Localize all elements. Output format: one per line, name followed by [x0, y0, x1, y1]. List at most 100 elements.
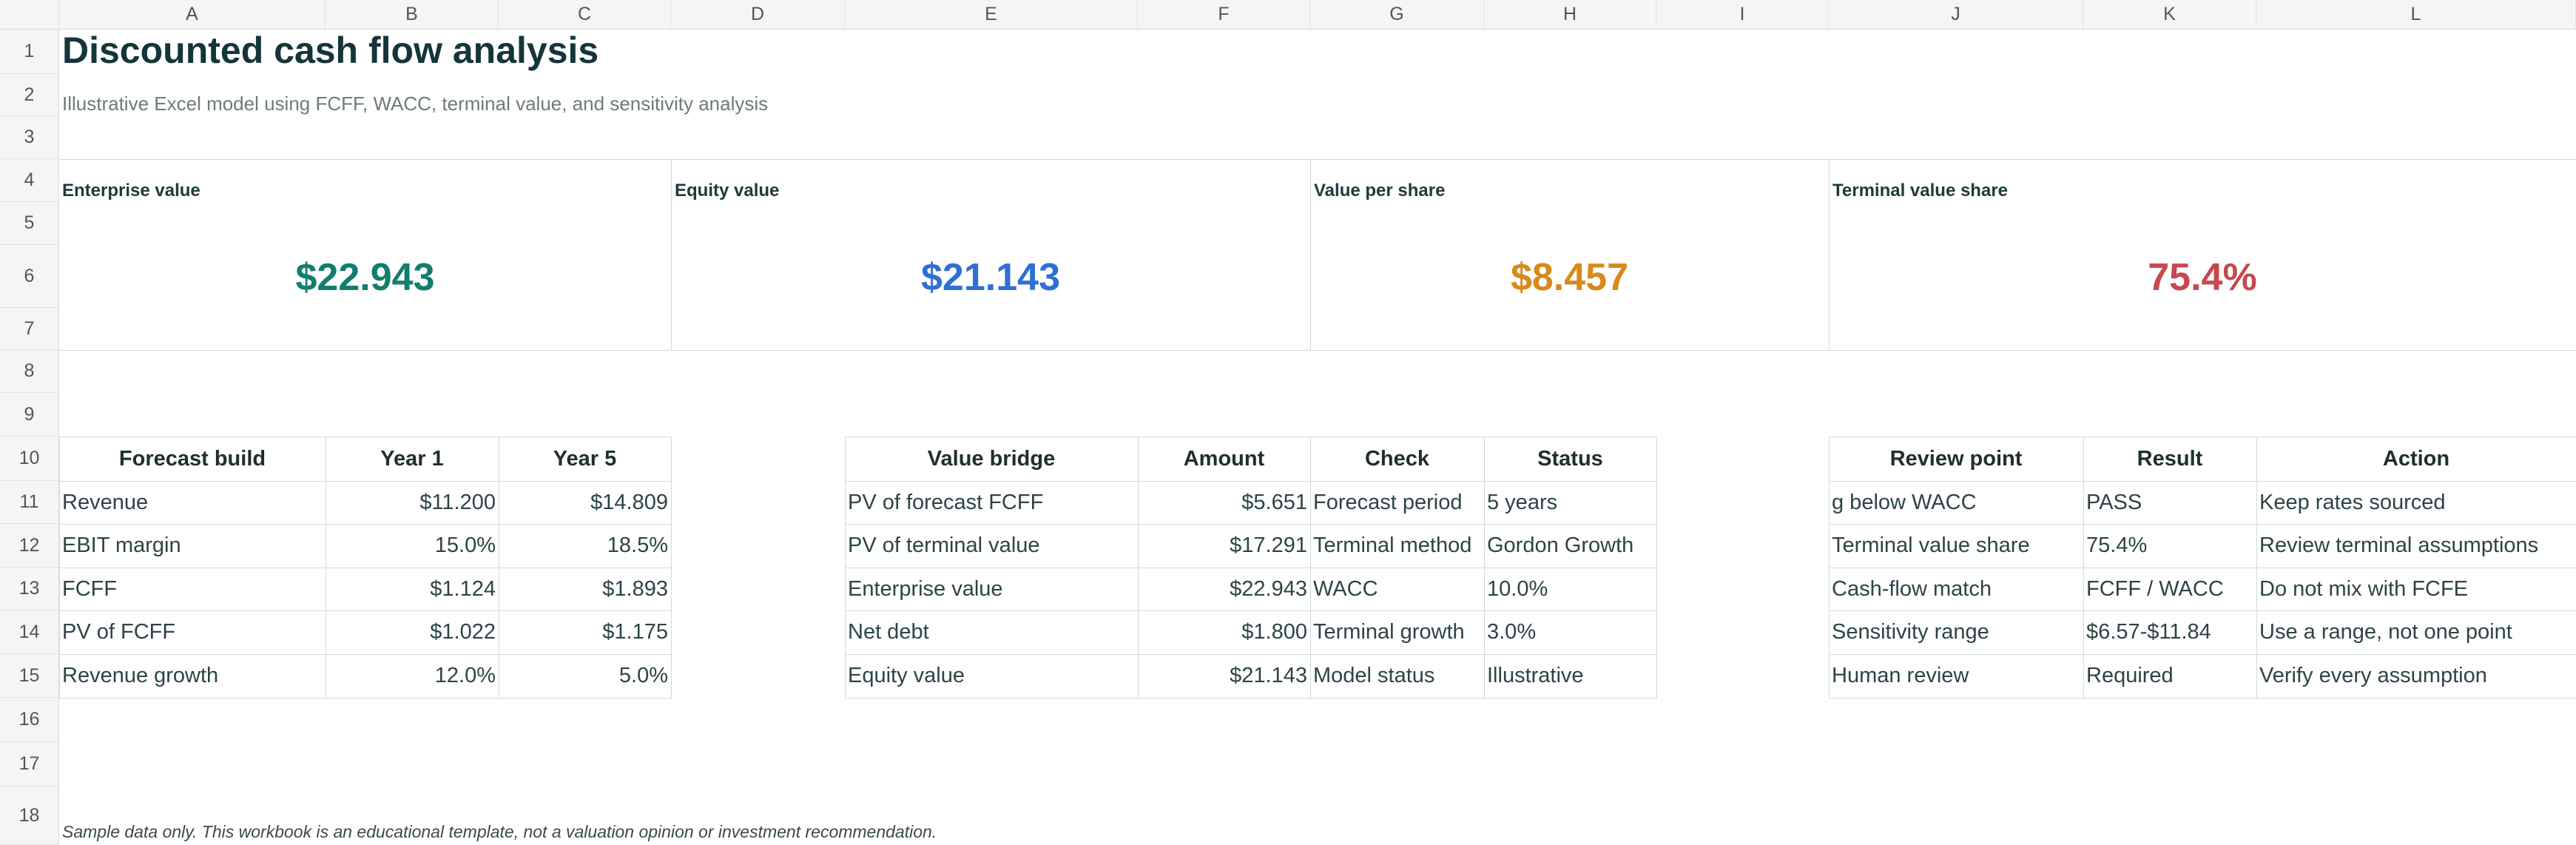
row-header-18[interactable]: 18: [0, 787, 59, 845]
review-cell[interactable]: $6.57-$11.84: [2083, 610, 2256, 654]
review-cell[interactable]: 75.4%: [2083, 524, 2256, 568]
review-cell[interactable]: Sensitivity range: [1829, 610, 2083, 654]
kpi-label-equity-value[interactable]: Equity value: [675, 181, 779, 201]
review-cell[interactable]: Human review: [1829, 654, 2083, 698]
forecast-cell[interactable]: $1.124: [326, 568, 499, 610]
bridge-cell[interactable]: Enterprise value: [845, 568, 1138, 610]
kpi-value-equity-value[interactable]: $21.143: [671, 255, 1310, 300]
bridge-cell[interactable]: Equity value: [845, 654, 1138, 698]
forecast-cell[interactable]: 12.0%: [326, 654, 499, 698]
footnote[interactable]: Sample data only. This workbook is an ed…: [62, 820, 937, 844]
bridge-cell[interactable]: Terminal growth: [1310, 610, 1484, 654]
review-header-cell[interactable]: Result: [2083, 437, 2256, 481]
sheet-subtitle[interactable]: Illustrative Excel model using FCFF, WAC…: [62, 90, 768, 117]
forecast-cell[interactable]: 5.0%: [499, 654, 671, 698]
column-header-d[interactable]: D: [671, 0, 845, 30]
bridge-cell[interactable]: 3.0%: [1484, 610, 1656, 654]
bridge-header-cell[interactable]: Amount: [1138, 437, 1310, 481]
bridge-cell[interactable]: Model status: [1310, 654, 1484, 698]
forecast-cell[interactable]: FCFF: [59, 568, 326, 610]
row-header-16[interactable]: 16: [0, 698, 59, 742]
bridge-cell[interactable]: Net debt: [845, 610, 1138, 654]
select-all-corner[interactable]: [0, 0, 59, 30]
bridge-cell[interactable]: $22.943: [1138, 568, 1310, 610]
column-header-e[interactable]: E: [845, 0, 1138, 30]
row-header-7[interactable]: 7: [0, 308, 59, 350]
review-header-cell[interactable]: Action: [2256, 437, 2576, 481]
bridge-cell[interactable]: Forecast period: [1310, 481, 1484, 524]
bridge-cell[interactable]: $21.143: [1138, 654, 1310, 698]
review-cell[interactable]: Keep rates sourced: [2256, 481, 2576, 524]
forecast-cell[interactable]: 15.0%: [326, 524, 499, 568]
review-cell[interactable]: Terminal value share: [1829, 524, 2083, 568]
bridge-cell[interactable]: WACC: [1310, 568, 1484, 610]
kpi-label-value-per-share[interactable]: Value per share: [1314, 181, 1445, 201]
bridge-cell[interactable]: $17.291: [1138, 524, 1310, 568]
bridge-header-cell[interactable]: Status: [1484, 437, 1656, 481]
column-header-a[interactable]: A: [59, 0, 326, 30]
column-header-j[interactable]: J: [1829, 0, 2083, 30]
bridge-cell[interactable]: $1.800: [1138, 610, 1310, 654]
column-header-c[interactable]: C: [499, 0, 671, 30]
forecast-header-cell[interactable]: Year 5: [499, 437, 671, 481]
row-header-17[interactable]: 17: [0, 742, 59, 787]
bridge-header-cell[interactable]: Value bridge: [845, 437, 1138, 481]
bridge-cell[interactable]: PV of terminal value: [845, 524, 1138, 568]
review-cell[interactable]: g below WACC: [1829, 481, 2083, 524]
column-header-b[interactable]: B: [326, 0, 499, 30]
review-cell[interactable]: FCFF / WACC: [2083, 568, 2256, 610]
review-cell[interactable]: Use a range, not one point: [2256, 610, 2576, 654]
row-header-6[interactable]: 6: [0, 245, 59, 308]
review-cell[interactable]: Do not mix with FCFE: [2256, 568, 2576, 610]
row-header-2[interactable]: 2: [0, 74, 59, 116]
bridge-cell[interactable]: 10.0%: [1484, 568, 1656, 610]
review-header-cell[interactable]: Review point: [1829, 437, 2083, 481]
forecast-cell[interactable]: $1.175: [499, 610, 671, 654]
sheet-title[interactable]: Discounted cash flow analysis: [62, 28, 599, 73]
column-header-l[interactable]: L: [2256, 0, 2576, 30]
row-header-12[interactable]: 12: [0, 524, 59, 568]
bridge-cell[interactable]: 5 years: [1484, 481, 1656, 524]
column-header-h[interactable]: H: [1484, 0, 1656, 30]
forecast-cell[interactable]: $14.809: [499, 481, 671, 524]
kpi-label-enterprise-value[interactable]: Enterprise value: [62, 181, 200, 201]
kpi-value-terminal-value-share[interactable]: 75.4%: [1829, 255, 2576, 300]
forecast-cell[interactable]: $1.022: [326, 610, 499, 654]
kpi-value-value-per-share[interactable]: $8.457: [1310, 255, 1829, 300]
column-header-i[interactable]: I: [1656, 0, 1829, 30]
row-header-9[interactable]: 9: [0, 393, 59, 437]
forecast-cell[interactable]: 18.5%: [499, 524, 671, 568]
bridge-header-cell[interactable]: Check: [1310, 437, 1484, 481]
review-cell[interactable]: Review terminal assumptions: [2256, 524, 2576, 568]
row-header-15[interactable]: 15: [0, 654, 59, 698]
review-cell[interactable]: Required: [2083, 654, 2256, 698]
bridge-cell[interactable]: PV of forecast FCFF: [845, 481, 1138, 524]
bridge-cell[interactable]: $5.651: [1138, 481, 1310, 524]
row-header-3[interactable]: 3: [0, 116, 59, 159]
column-header-g[interactable]: G: [1310, 0, 1484, 30]
row-header-1[interactable]: 1: [0, 30, 59, 74]
row-header-11[interactable]: 11: [0, 481, 59, 524]
column-header-k[interactable]: K: [2083, 0, 2256, 30]
column-header-f[interactable]: F: [1138, 0, 1310, 30]
row-header-4[interactable]: 4: [0, 159, 59, 202]
review-cell[interactable]: Cash-flow match: [1829, 568, 2083, 610]
forecast-cell[interactable]: PV of FCFF: [59, 610, 326, 654]
bridge-cell[interactable]: Illustrative: [1484, 654, 1656, 698]
forecast-cell[interactable]: EBIT margin: [59, 524, 326, 568]
forecast-header-cell[interactable]: Year 1: [326, 437, 499, 481]
row-header-14[interactable]: 14: [0, 610, 59, 654]
row-header-10[interactable]: 10: [0, 437, 59, 481]
review-cell[interactable]: Verify every assumption: [2256, 654, 2576, 698]
forecast-cell[interactable]: Revenue growth: [59, 654, 326, 698]
row-header-5[interactable]: 5: [0, 202, 59, 245]
row-header-13[interactable]: 13: [0, 568, 59, 610]
forecast-header-cell[interactable]: Forecast build: [59, 437, 326, 481]
row-header-8[interactable]: 8: [0, 350, 59, 393]
kpi-value-enterprise-value[interactable]: $22.943: [59, 255, 671, 300]
forecast-cell[interactable]: $11.200: [326, 481, 499, 524]
bridge-cell[interactable]: Terminal method: [1310, 524, 1484, 568]
forecast-cell[interactable]: $1.893: [499, 568, 671, 610]
kpi-label-terminal-value-share[interactable]: Terminal value share: [1832, 181, 2008, 201]
bridge-cell[interactable]: Gordon Growth: [1484, 524, 1656, 568]
